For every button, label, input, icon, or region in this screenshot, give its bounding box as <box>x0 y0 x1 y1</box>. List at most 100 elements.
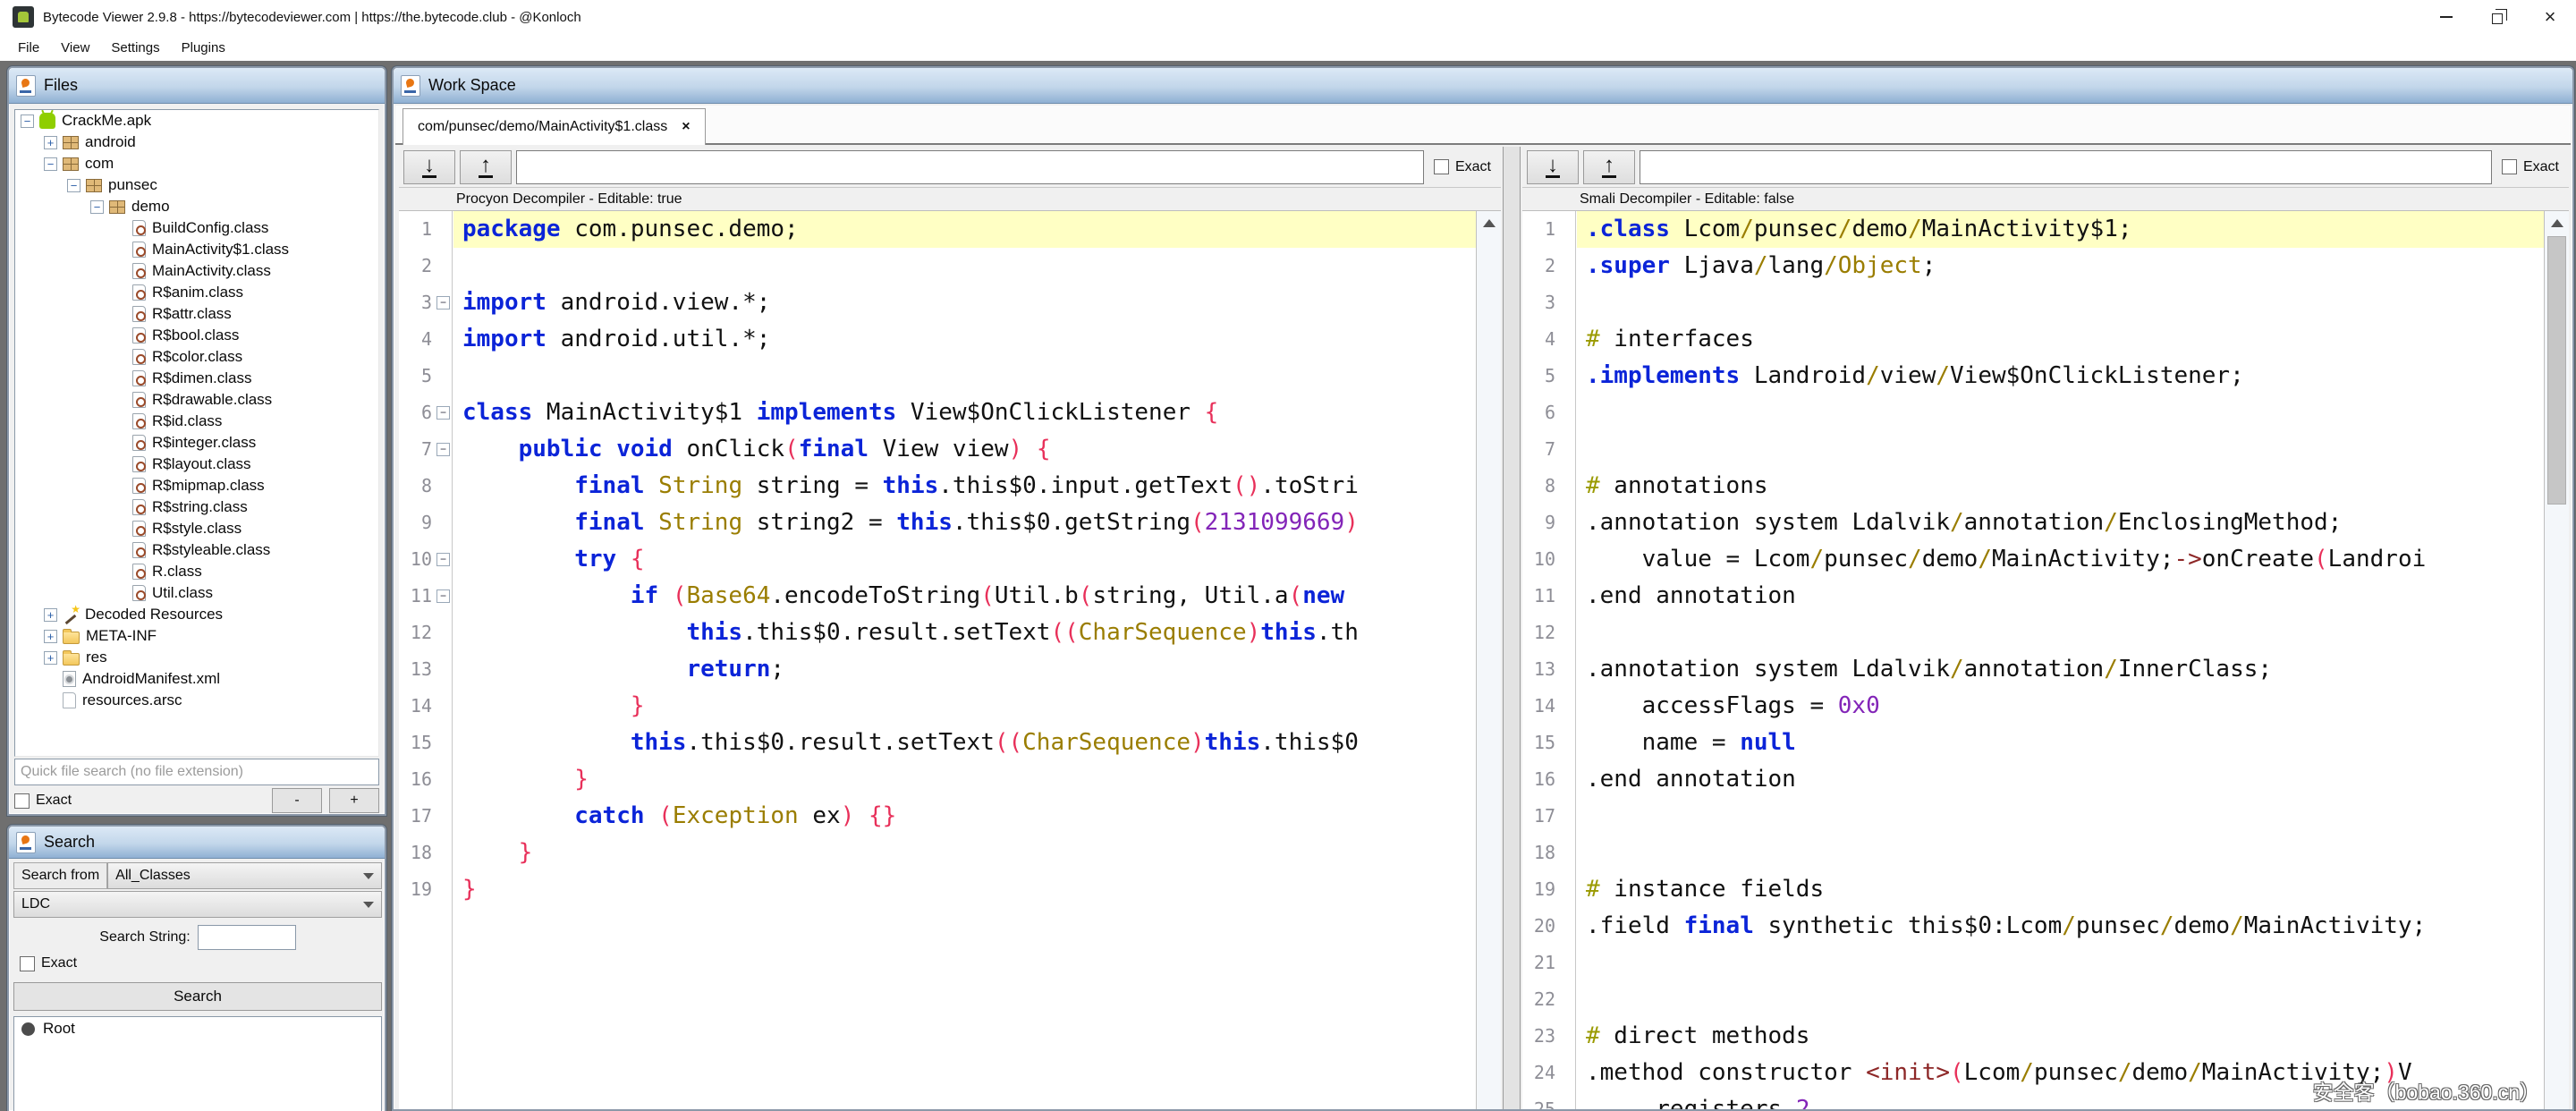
search-from-value: All_Classes <box>115 868 191 884</box>
restore-button[interactable] <box>2472 0 2524 34</box>
tab-mainactivity1-class[interactable]: com/punsec/demo/MainActivity$1.class × <box>402 108 706 145</box>
menu-view[interactable]: View <box>52 38 98 58</box>
tree-item[interactable]: resources.arsc <box>15 690 378 711</box>
tree-item[interactable]: MainActivity.class <box>15 260 378 282</box>
tree-item[interactable]: BuildConfig.class <box>15 217 378 239</box>
open-button[interactable]: ↑ <box>1583 150 1635 184</box>
scrollbar-thumb[interactable] <box>2547 236 2566 505</box>
search-exact-checkbox[interactable]: Exact <box>20 955 77 971</box>
search-panel-header[interactable]: Search <box>9 827 385 859</box>
tree-item[interactable]: −demo <box>15 196 378 217</box>
line-number: 15 <box>400 725 432 761</box>
class-icon <box>132 456 146 472</box>
checkbox-icon <box>1434 159 1449 174</box>
fold-collapse-icon[interactable]: − <box>436 589 450 603</box>
workspace-panel-header[interactable]: Work Space <box>394 68 2572 104</box>
tree-item[interactable]: R$dimen.class <box>15 368 378 389</box>
tree-item[interactable]: R$drawable.class <box>15 389 378 411</box>
class-icon <box>132 564 146 580</box>
line-number: 9 <box>400 505 432 541</box>
tree-item[interactable]: −punsec <box>15 174 378 196</box>
tree-item[interactable]: R$color.class <box>15 346 378 368</box>
tree-item[interactable]: R$id.class <box>15 411 378 432</box>
fold-collapse-icon[interactable]: − <box>436 443 450 456</box>
tree-item-label: android <box>85 133 136 151</box>
scroll-up-icon[interactable] <box>1477 211 1501 234</box>
smali-scrollbar[interactable] <box>2544 211 2569 1109</box>
font-increase-button[interactable]: + <box>329 788 379 813</box>
smali-search-input[interactable] <box>1640 150 2492 184</box>
line-number: 12 <box>1523 615 1555 651</box>
tree-item[interactable]: R.class <box>15 561 378 582</box>
search-from-select[interactable]: All_Classes <box>107 862 382 889</box>
scroll-up-icon[interactable] <box>2545 211 2569 234</box>
tree-item[interactable]: R$string.class <box>15 496 378 518</box>
minimize-button[interactable] <box>2420 0 2472 34</box>
fold-collapse-icon[interactable]: − <box>436 406 450 420</box>
tree-item[interactable]: −CrackMe.apk <box>15 110 378 131</box>
close-button[interactable]: × <box>2524 0 2576 34</box>
tree-item[interactable]: R$styleable.class <box>15 539 378 561</box>
files-panel-header[interactable]: Files <box>9 68 385 104</box>
tree-expand-icon[interactable]: + <box>44 136 57 149</box>
tree-item[interactable]: R$layout.class <box>15 454 378 475</box>
menu-file[interactable]: File <box>9 38 48 58</box>
fold-collapse-icon[interactable]: − <box>436 553 450 566</box>
tree-item[interactable]: MainActivity$1.class <box>15 239 378 260</box>
tree-item[interactable]: R$bool.class <box>15 325 378 346</box>
menu-settings[interactable]: Settings <box>102 38 168 58</box>
smali-editor[interactable]: 1234567891011121314151617181920212223242… <box>1522 211 2569 1109</box>
tree-item-label: AndroidManifest.xml <box>82 670 220 688</box>
tree-item[interactable]: +res <box>15 647 378 668</box>
save-button[interactable]: ↓ <box>403 150 455 184</box>
tree-item[interactable]: R$integer.class <box>15 432 378 454</box>
line-number: 1 <box>400 211 432 248</box>
tree-item[interactable]: −com <box>15 153 378 174</box>
tree-item[interactable]: R$style.class <box>15 518 378 539</box>
tree-item[interactable]: R$anim.class <box>15 282 378 303</box>
tree-expand-icon[interactable]: + <box>44 651 57 665</box>
tree-item[interactable]: R$mipmap.class <box>15 475 378 496</box>
line-number: 2 <box>1523 248 1555 284</box>
tree-item[interactable]: Util.class <box>15 582 378 604</box>
tree-item[interactable]: +Decoded Resources <box>15 604 378 625</box>
procyon-editor[interactable]: 123−456−7−8910−11−1213141516171819 packa… <box>399 211 1501 1109</box>
smali-toolbar: ↓ ↑ Exact <box>1522 147 2569 188</box>
search-type-select[interactable]: LDC <box>13 891 382 918</box>
procyon-scrollbar[interactable] <box>1476 211 1501 1109</box>
procyon-exact-checkbox[interactable]: Exact <box>1434 159 1491 175</box>
code-line: .class Lcom/punsec/demo/MainActivity$1; <box>1577 211 2544 248</box>
line-number: 22 <box>1523 981 1555 1018</box>
tree-expand-icon[interactable]: + <box>44 630 57 643</box>
line-number: 10 <box>400 541 432 578</box>
search-button[interactable]: Search <box>13 982 382 1011</box>
tree-item[interactable]: +META-INF <box>15 625 378 647</box>
tree-collapse-icon[interactable]: − <box>44 157 57 171</box>
class-icon <box>132 284 146 301</box>
search-string-input[interactable] <box>198 925 296 950</box>
font-decrease-button[interactable]: - <box>272 788 322 813</box>
quick-file-search-input[interactable] <box>14 759 379 785</box>
tree-item[interactable]: AndroidManifest.xml <box>15 668 378 690</box>
window-title: Bytecode Viewer 2.9.8 - https://bytecode… <box>43 10 581 25</box>
search-result-item[interactable]: Root <box>14 1017 381 1040</box>
code-line: # instance fields <box>1577 871 2544 908</box>
menu-plugins[interactable]: Plugins <box>173 38 234 58</box>
tree-item[interactable]: + android <box>15 131 378 153</box>
smali-exact-checkbox[interactable]: Exact <box>2502 159 2559 175</box>
tree-item[interactable]: R$attr.class <box>15 303 378 325</box>
procyon-search-input[interactable] <box>516 150 1424 184</box>
tab-close-icon[interactable]: × <box>682 119 690 135</box>
pane-splitter[interactable] <box>1503 147 1521 1109</box>
save-button[interactable]: ↓ <box>1527 150 1579 184</box>
tree-collapse-icon[interactable]: − <box>67 179 80 192</box>
tree-collapse-icon[interactable]: − <box>21 114 34 128</box>
line-number: 19 <box>400 871 432 908</box>
files-exact-checkbox[interactable]: Exact <box>14 793 72 809</box>
tree-expand-icon[interactable]: + <box>44 608 57 622</box>
tree-collapse-icon[interactable]: − <box>90 200 104 214</box>
search-result-label: Root <box>43 1020 75 1038</box>
line-number: 3 <box>1523 284 1555 321</box>
open-button[interactable]: ↑ <box>460 150 512 184</box>
fold-collapse-icon[interactable]: − <box>436 296 450 310</box>
